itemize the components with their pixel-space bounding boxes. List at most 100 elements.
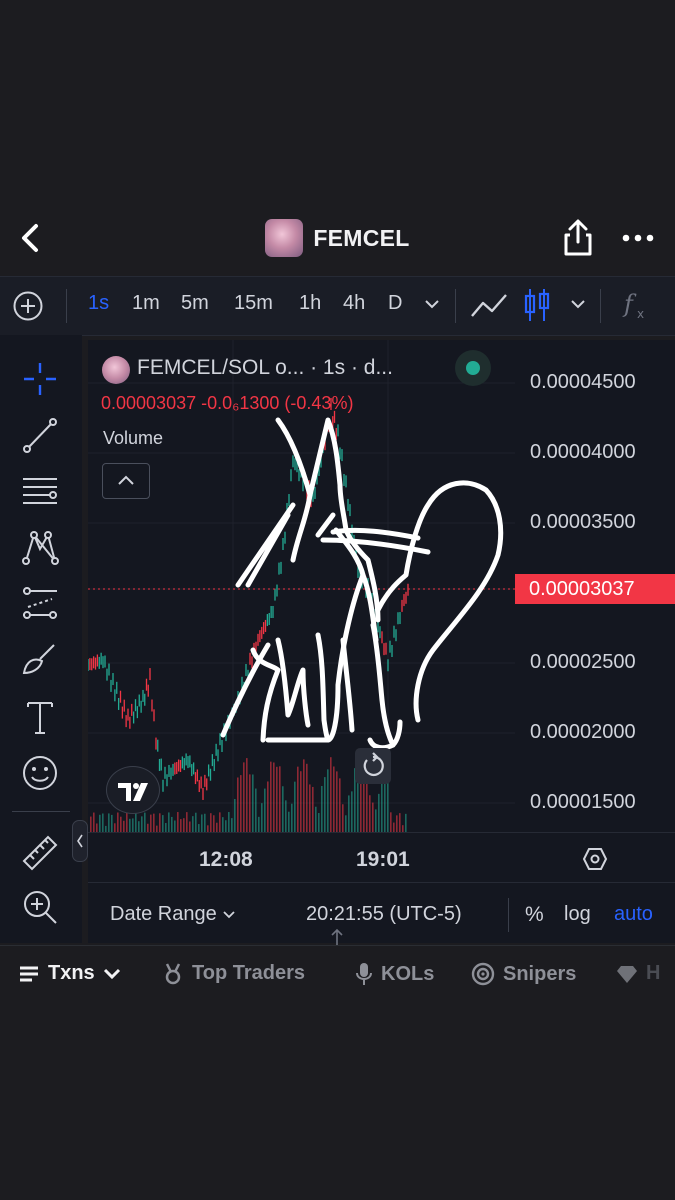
- line-chart-type-icon[interactable]: [469, 290, 509, 320]
- volume-bar: [219, 812, 221, 832]
- prediction-tool[interactable]: [18, 581, 62, 625]
- percent-scale-toggle[interactable]: %: [525, 903, 544, 927]
- volume-bar: [306, 763, 308, 832]
- chevron-up-icon: [118, 475, 134, 485]
- volume-bar: [144, 812, 146, 832]
- volume-bar: [171, 816, 173, 832]
- log-scale-toggle[interactable]: log: [564, 903, 591, 926]
- measure-tool[interactable]: [18, 829, 62, 873]
- indicators-fx-icon[interactable]: f x: [622, 290, 652, 322]
- volume-bar: [258, 816, 260, 832]
- volume-bar: [117, 812, 119, 832]
- volume-bar: [261, 803, 263, 832]
- add-indicator-icon[interactable]: [12, 290, 44, 322]
- chevron-left-icon: [77, 834, 83, 848]
- volume-bar: [318, 813, 320, 832]
- x-tick: 12:08: [199, 848, 253, 871]
- volume-bar: [267, 781, 269, 832]
- timeframe-d[interactable]: D: [388, 292, 402, 315]
- volume-bar: [93, 812, 95, 832]
- chart-settings-icon[interactable]: [582, 846, 608, 872]
- horizontal-lines-icon: [23, 478, 57, 504]
- volume-bar: [102, 813, 104, 832]
- crosshair-tool[interactable]: [18, 357, 62, 401]
- chevron-down-icon: [223, 911, 235, 919]
- volume-bar: [150, 814, 152, 832]
- tab-snipers[interactable]: Snipers: [471, 962, 576, 986]
- volume-bar: [378, 793, 380, 832]
- tab-txns[interactable]: Txns: [18, 962, 121, 985]
- date-range-button[interactable]: Date Range: [110, 903, 236, 926]
- timezone-clock[interactable]: 20:21:55 (UTC-5): [306, 903, 462, 926]
- tab-label: H: [646, 962, 661, 984]
- volume-bar: [165, 823, 167, 832]
- zoom-tool[interactable]: [18, 885, 62, 929]
- volume-bar: [132, 818, 134, 832]
- timeframe-4h[interactable]: 4h: [343, 292, 365, 315]
- candles: [88, 398, 409, 800]
- volume-bar: [324, 777, 326, 832]
- y-tick: 0.00004500: [530, 371, 636, 393]
- volume-bar: [126, 812, 128, 832]
- volume-bar: [168, 812, 170, 832]
- tab-label: Top Traders: [192, 962, 305, 984]
- tab-top-traders[interactable]: Top Traders: [162, 962, 305, 985]
- share-button[interactable]: [558, 218, 598, 258]
- chevron-down-icon: [103, 968, 120, 979]
- volume-bar: [270, 761, 272, 832]
- timeframe-15m[interactable]: 15m: [234, 292, 273, 315]
- emoji-tool[interactable]: [18, 751, 62, 795]
- fib-tool[interactable]: [18, 469, 62, 513]
- collapse-legend-button[interactable]: [102, 463, 150, 499]
- tab-holders[interactable]: H: [616, 962, 660, 985]
- volume-bar: [141, 816, 143, 832]
- volume-bar: [186, 812, 188, 832]
- volume-bar: [342, 804, 344, 832]
- volume-bar: [285, 800, 287, 832]
- timeframe-dropdown-icon[interactable]: [423, 297, 441, 311]
- auto-scale-toggle[interactable]: auto: [614, 903, 653, 926]
- candles-chart-type-icon[interactable]: [522, 286, 552, 324]
- volume-bar: [162, 815, 164, 832]
- brush-tool[interactable]: [18, 637, 62, 681]
- volume-bar: [321, 785, 323, 832]
- list-icon: [20, 966, 38, 981]
- volume-bar: [228, 812, 230, 832]
- volume-bar: [96, 823, 98, 832]
- volume-bar: [396, 815, 398, 832]
- volume-bar: [210, 813, 212, 832]
- tab-kols[interactable]: KOLs: [355, 962, 434, 986]
- volume-bar: [405, 813, 407, 832]
- volume-bar: [291, 803, 293, 832]
- volume-bar: [264, 788, 266, 832]
- svg-text:x: x: [637, 307, 644, 321]
- volume-bar: [252, 774, 254, 832]
- text-icon: [27, 702, 53, 734]
- timeframe-1s[interactable]: 1s: [88, 292, 109, 315]
- share-icon: [564, 219, 592, 256]
- medal-icon: [165, 962, 181, 984]
- timeframe-1m[interactable]: 1m: [132, 292, 160, 315]
- more-button[interactable]: [618, 218, 658, 258]
- collapse-tools-handle[interactable]: [72, 820, 88, 862]
- more-horizontal-icon: [622, 234, 654, 242]
- volume-bar: [204, 813, 206, 832]
- reset-chart-button[interactable]: [355, 748, 391, 784]
- symbol-avatar: [102, 356, 130, 384]
- pattern-tool[interactable]: [18, 525, 62, 569]
- legend-title[interactable]: FEMCEL/SOL o... · 1s · d...: [137, 356, 393, 380]
- timeframe-1h[interactable]: 1h: [299, 292, 321, 315]
- tab-label: Snipers: [503, 962, 577, 985]
- volume-bar: [288, 811, 290, 832]
- volume-bar: [300, 771, 302, 832]
- trend-line-tool[interactable]: [18, 413, 62, 457]
- chart-type-dropdown-icon[interactable]: [569, 297, 587, 311]
- volume-bar: [198, 824, 200, 832]
- volume-bar: [159, 813, 161, 832]
- volume-bar: [243, 762, 245, 832]
- volume-indicator-label[interactable]: Volume: [103, 428, 163, 449]
- tradingview-logo[interactable]: [106, 766, 160, 814]
- brush-icon: [22, 644, 55, 675]
- timeframe-5m[interactable]: 5m: [181, 292, 209, 315]
- text-tool[interactable]: [18, 695, 62, 739]
